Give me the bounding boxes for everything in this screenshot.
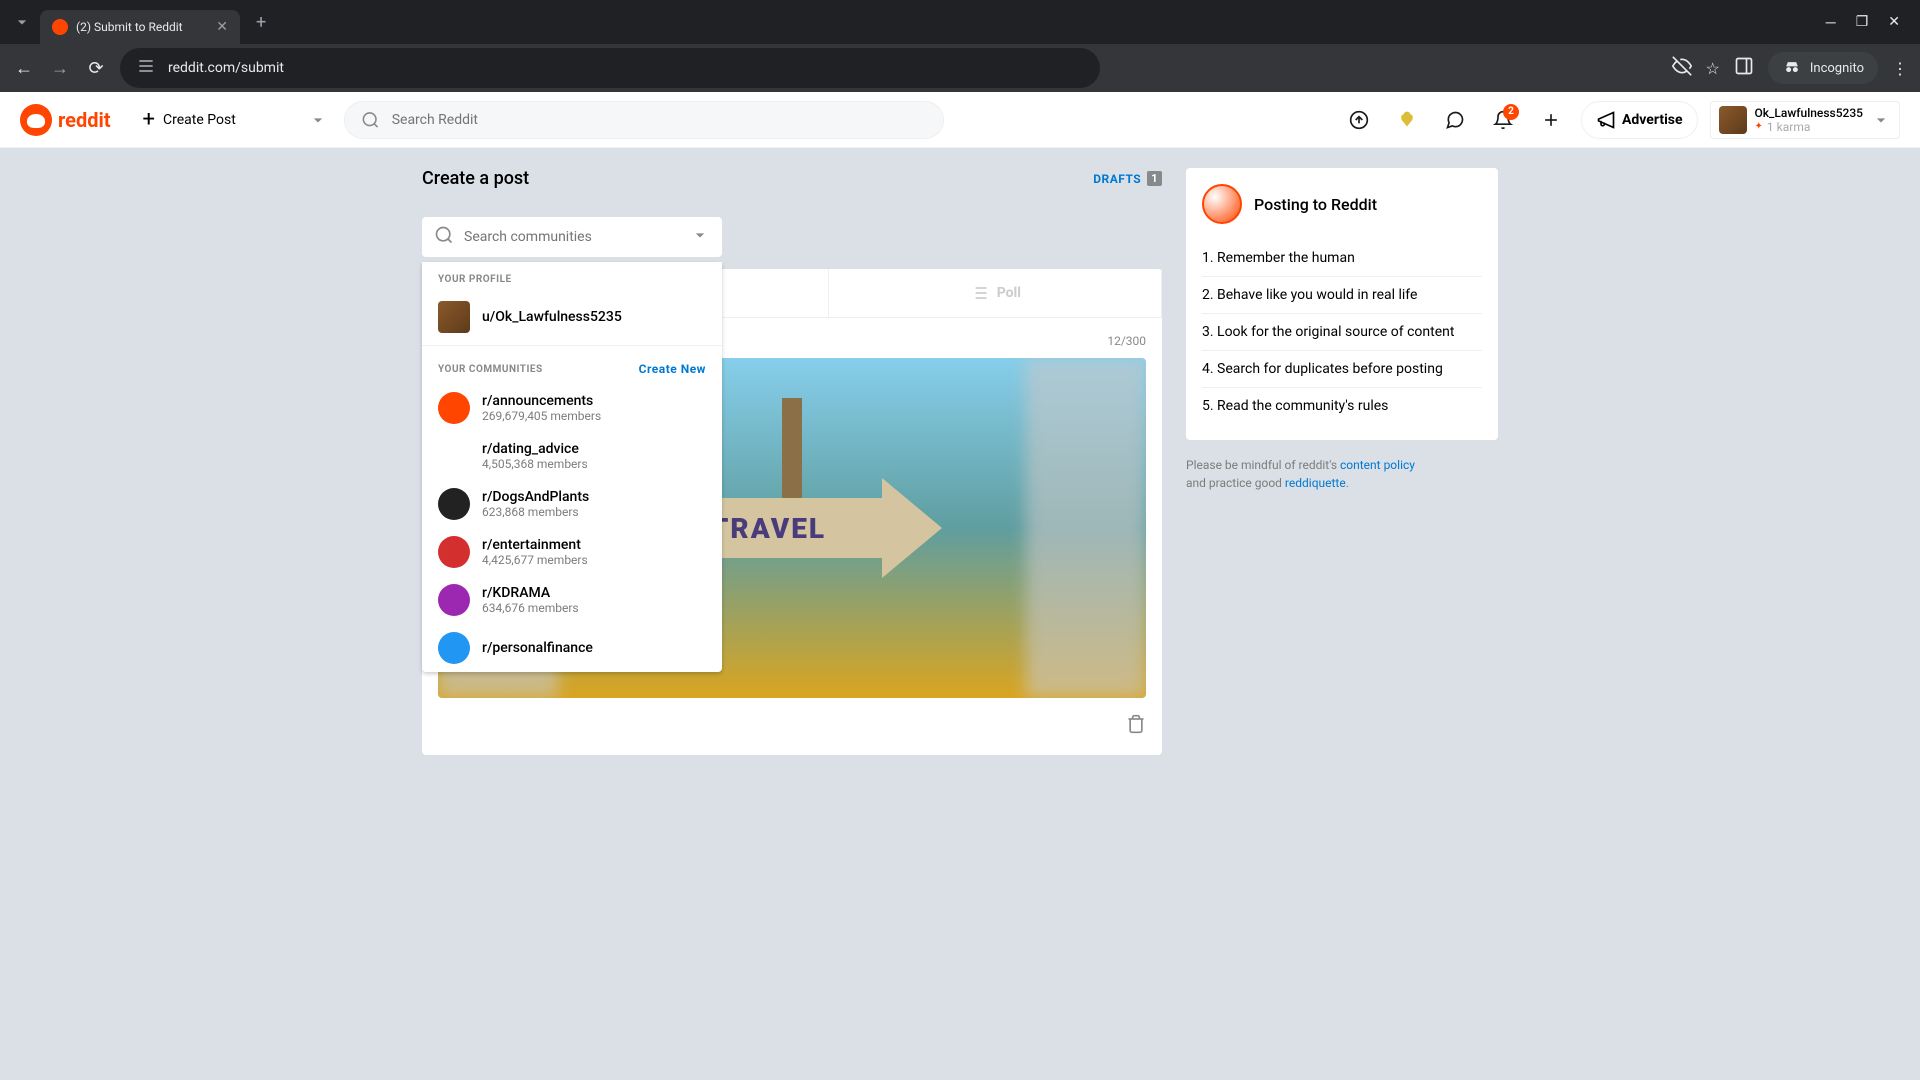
snoo-icon <box>1202 184 1242 224</box>
rule-item: 2. Behave like you would in real life <box>1202 277 1482 314</box>
site-info-icon[interactable] <box>136 56 156 80</box>
community-item[interactable]: r/KDRAMA634,676 members <box>422 576 722 624</box>
reload-button[interactable]: ⟳ <box>84 58 108 79</box>
search-input[interactable] <box>392 112 927 128</box>
poll-icon <box>969 283 989 303</box>
tab-title: (2) Submit to Reddit <box>76 20 183 34</box>
back-button[interactable]: ← <box>12 58 36 79</box>
user-karma: ✦1 karma <box>1755 120 1863 134</box>
address-bar[interactable]: reddit.com/submit <box>120 48 1100 88</box>
posting-rules-card: Posting to Reddit 1. Remember the human2… <box>1186 168 1498 440</box>
community-item[interactable]: r/DogsAndPlants623,868 members <box>422 480 722 528</box>
dd-section-communities: YOUR COMMUNITIES Create New <box>422 350 722 384</box>
create-new-community[interactable]: Create New <box>639 362 706 376</box>
tab-favicon <box>52 19 68 35</box>
chevron-down-icon <box>1871 110 1891 130</box>
browser-titlebar: (2) Submit to Reddit ✕ + ─ ❐ ✕ <box>0 0 1920 44</box>
reddit-logo-text: reddit <box>58 108 111 132</box>
rule-item: 5. Read the community's rules <box>1202 388 1482 424</box>
bookmark-icon[interactable]: ☆ <box>1706 59 1720 78</box>
dd-profile-item[interactable]: u/Ok_Lawfulness5235 <box>422 293 722 341</box>
title-counter: 12/300 <box>1107 334 1146 348</box>
community-dropdown: YOUR PROFILE u/Ok_Lawfulness5235 YOUR CO… <box>422 262 722 672</box>
rule-item: 3. Look for the original source of conte… <box>1202 314 1482 351</box>
user-menu[interactable]: Ok_Lawfulness5235 ✦1 karma <box>1710 101 1900 139</box>
community-item[interactable]: r/dating_advice4,505,368 members <box>422 432 722 480</box>
coins-icon[interactable] <box>1389 102 1425 138</box>
community-avatar <box>438 488 470 520</box>
new-tab-button[interactable]: + <box>244 12 278 33</box>
reddiquette-link[interactable]: reddiquette <box>1285 476 1346 490</box>
drafts-count: 1 <box>1147 171 1162 186</box>
community-avatar <box>438 632 470 664</box>
forward-button: → <box>48 58 72 79</box>
create-post-icon[interactable] <box>1533 102 1569 138</box>
community-avatar <box>438 536 470 568</box>
search-icon <box>361 110 380 130</box>
header-search[interactable] <box>344 101 944 139</box>
browser-menu-icon[interactable]: ⋮ <box>1892 59 1908 78</box>
trash-icon[interactable] <box>1126 714 1146 739</box>
notifications-icon[interactable]: 2 <box>1485 102 1521 138</box>
footer-text: Please be mindful of reddit's content po… <box>1186 456 1498 492</box>
community-avatar <box>438 440 470 472</box>
browser-tab[interactable]: (2) Submit to Reddit ✕ <box>40 10 240 44</box>
drafts-link[interactable]: DRAFTS 1 <box>1093 171 1162 186</box>
user-avatar <box>1719 106 1747 134</box>
dd-section-your-profile: YOUR PROFILE <box>422 262 722 293</box>
advertise-button[interactable]: Advertise <box>1581 101 1698 139</box>
megaphone-icon <box>1596 110 1616 130</box>
chat-icon[interactable] <box>1437 102 1473 138</box>
rule-item: 1. Remember the human <box>1202 240 1482 277</box>
close-window-button[interactable]: ✕ <box>1888 14 1900 31</box>
url-text: reddit.com/submit <box>168 60 284 76</box>
reddit-logo-icon <box>20 104 52 136</box>
community-avatar <box>438 392 470 424</box>
reddit-header: reddit + Create Post 2 Advertise <box>0 92 1920 148</box>
page-title: Create a post <box>422 168 529 189</box>
create-post-nav[interactable]: + Create Post <box>127 99 252 140</box>
community-item[interactable]: r/entertainment4,425,677 members <box>422 528 722 576</box>
rule-item: 4. Search for duplicates before posting <box>1202 351 1482 388</box>
plus-icon: + <box>143 107 155 132</box>
notif-badge: 2 <box>1503 104 1519 120</box>
community-search-input[interactable] <box>464 229 680 245</box>
browser-toolbar: ← → ⟳ reddit.com/submit ☆ Incognito ⋮ <box>0 44 1920 92</box>
community-item[interactable]: r/announcements269,679,405 members <box>422 384 722 432</box>
community-avatar <box>438 584 470 616</box>
minimize-button[interactable]: ─ <box>1826 14 1836 31</box>
community-item[interactable]: r/personalfinance <box>422 624 722 672</box>
rules-list: 1. Remember the human2. Behave like you … <box>1202 240 1482 424</box>
tab-close-icon[interactable]: ✕ <box>216 19 228 35</box>
reddit-logo[interactable]: reddit <box>20 104 111 136</box>
popular-icon[interactable] <box>1341 102 1377 138</box>
tab-search-dropdown[interactable] <box>8 8 36 36</box>
incognito-badge[interactable]: Incognito <box>1768 52 1878 84</box>
community-dropdown-toggle[interactable] <box>268 110 328 130</box>
sidebar-title: Posting to Reddit <box>1254 195 1377 214</box>
profile-avatar <box>438 301 470 333</box>
maximize-button[interactable]: ❐ <box>1856 14 1869 31</box>
panel-icon[interactable] <box>1734 56 1754 80</box>
tracking-icon[interactable] <box>1672 56 1692 80</box>
user-name: Ok_Lawfulness5235 <box>1755 106 1863 120</box>
chevron-down-icon[interactable] <box>690 225 710 249</box>
search-icon <box>434 225 454 249</box>
community-selector[interactable]: YOUR PROFILE u/Ok_Lawfulness5235 YOUR CO… <box>422 217 722 257</box>
content-policy-link[interactable]: content policy <box>1340 458 1415 472</box>
tab-poll: Poll <box>829 269 1162 317</box>
